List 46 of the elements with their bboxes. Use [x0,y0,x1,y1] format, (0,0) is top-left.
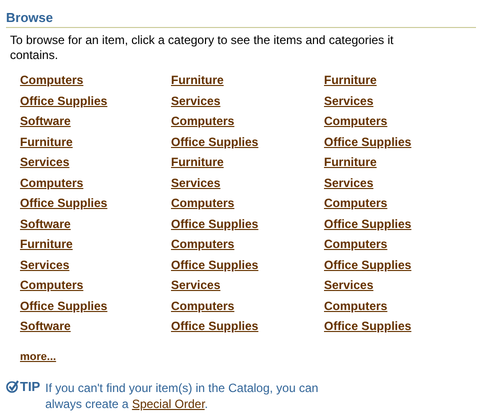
instruction-text: To browse for an item, click a category to see the items and categories it contains. [10,33,395,63]
category-link[interactable]: Furniture [324,154,377,170]
category-link[interactable]: Computers [171,113,234,130]
category-link[interactable]: Computers [171,195,234,212]
tip-label: TIP [20,379,40,394]
category-link[interactable]: Office Supplies [324,216,412,232]
category-link[interactable]: Office Supplies [171,134,258,150]
category-link[interactable]: Software [20,318,71,334]
category-link[interactable]: Services [324,174,374,191]
category-link[interactable]: Services [171,277,220,294]
category-link[interactable]: Services [171,92,220,109]
category-link[interactable]: Computers [171,236,234,252]
category-link[interactable]: Computers [171,298,234,314]
category-link[interactable]: Computers [324,113,388,130]
category-link[interactable]: Computers [20,277,84,294]
category-link[interactable]: Office Supplies [324,134,412,150]
category-link[interactable]: Office Supplies [324,256,412,273]
category-link[interactable]: Computers [20,174,84,191]
category-link[interactable]: Office Supplies [324,318,412,334]
category-link[interactable]: Services [171,174,220,191]
checkmark-icon [6,380,19,393]
category-link[interactable]: Software [20,113,71,130]
category-link[interactable]: Computers [324,195,388,212]
category-link[interactable]: Furniture [20,236,73,252]
category-link[interactable]: Software [20,216,71,232]
category-link[interactable]: Office Supplies [171,318,258,334]
category-link[interactable]: Services [324,92,374,109]
category-link[interactable]: Computers [20,72,84,88]
tip-text: If you can't find your item(s) in the Catalog, you can always create a Special Order. [45,380,320,412]
more-link[interactable]: more... [20,348,56,365]
category-link[interactable]: Office Supplies [20,92,108,109]
section-heading: Browse [6,10,476,28]
special-order-link[interactable]: Special Order [132,397,205,411]
category-link[interactable]: Services [20,154,70,170]
category-link[interactable]: Furniture [324,72,377,88]
category-link[interactable]: Services [20,256,70,273]
category-link[interactable]: Office Supplies [171,256,258,273]
category-link[interactable]: Office Supplies [20,195,108,212]
category-link[interactable]: Office Supplies [171,216,258,232]
category-link[interactable]: Computers [324,298,388,314]
category-link[interactable]: Computers [324,236,388,252]
category-link[interactable]: Office Supplies [20,298,108,314]
category-link[interactable]: Furniture [171,72,224,88]
category-link[interactable]: Services [324,277,374,294]
category-link[interactable]: Furniture [20,134,73,150]
category-link[interactable]: Furniture [171,154,224,170]
